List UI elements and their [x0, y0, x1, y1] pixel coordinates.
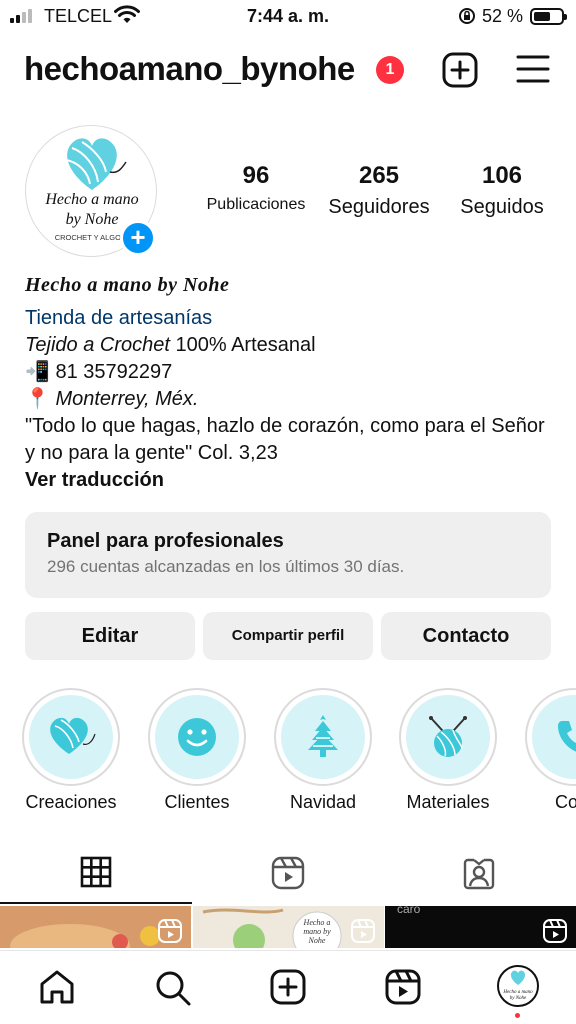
mini-logo-icon: Hecho a mano by Nohe — [502, 970, 533, 1001]
stat-following[interactable]: 106 Seguidos — [448, 162, 556, 219]
following-label: Seguidos — [460, 196, 544, 218]
bio-quote: "Todo lo que hagas, hazlo de corazón, co… — [25, 415, 545, 464]
smiley-icon — [178, 718, 216, 756]
highlight-creaciones[interactable]: Creaciones — [16, 688, 126, 813]
create-post-icon[interactable] — [442, 52, 478, 88]
dashboard-title: Panel para profesionales — [47, 530, 284, 552]
menu-icon[interactable] — [516, 54, 550, 84]
profile-header: hechoamano_bynohe 1 — [24, 48, 560, 92]
posts-grid: Hecho a mano by Nohe caro — [0, 906, 576, 948]
posts-count: 96 — [242, 162, 270, 189]
phone-icon — [558, 721, 576, 752]
highlight-label: Creaciones — [25, 792, 117, 812]
bio-line-location: 📍 Monterrey, Méx. — [25, 386, 555, 413]
share-profile-button[interactable]: Compartir perfil — [203, 612, 373, 660]
following-count: 106 — [481, 162, 523, 189]
grid-post-1[interactable] — [0, 906, 191, 948]
grid-tab-icon[interactable] — [80, 856, 112, 888]
search-icon[interactable] — [154, 969, 192, 1007]
see-translation-link[interactable]: Ver traducción — [25, 467, 555, 494]
highlight-label: Clientes — [164, 792, 230, 812]
followers-label: Seguidores — [328, 196, 430, 218]
highlight-navidad[interactable]: Navidad — [268, 688, 378, 813]
highlight-label: Cont — [554, 792, 576, 812]
grid-post-2[interactable]: Hecho a mano by Nohe — [193, 906, 384, 948]
notification-badge[interactable]: 1 — [376, 56, 404, 84]
phone-emoji-icon: 📲 — [25, 361, 50, 383]
highlight-label: Materiales — [406, 792, 490, 812]
active-tab-indicator — [0, 902, 192, 904]
bio-crochet-italic: Tejido a Crochet — [25, 334, 170, 356]
pin-emoji-icon: 📍 — [25, 388, 50, 410]
mini-logo-text: Hecho a mano — [502, 990, 533, 995]
bottom-navigation: Hecho a mano by Nohe — [0, 950, 576, 1024]
posts-label: Publicaciones — [206, 196, 306, 213]
battery-percent: 52 % — [482, 6, 524, 26]
post-3-caption: caro — [397, 906, 421, 916]
phone-number[interactable]: 81 35792297 — [50, 361, 172, 383]
home-icon[interactable] — [38, 969, 76, 1005]
avatar-text-line2: by Nohe — [66, 211, 119, 228]
post-2-caption: Hecho a mano by Nohe — [303, 918, 331, 945]
highlight-label: Navidad — [289, 792, 357, 812]
reels-tab-icon[interactable] — [271, 856, 305, 890]
highlight-clientes[interactable]: Clientes — [142, 688, 252, 813]
reels-icon[interactable] — [385, 969, 421, 1005]
avatar-text-line1: Hecho a mano — [44, 191, 138, 208]
stat-followers[interactable]: 265 Seguidores — [318, 162, 440, 219]
reel-indicator-icon — [158, 919, 182, 943]
battery-icon — [530, 8, 567, 25]
contact-button[interactable]: Contacto — [381, 612, 551, 660]
location-text: Monterrey, Méx. — [49, 388, 199, 410]
dashboard-subtitle: 296 cuentas alcanzadas en los últimos 30… — [47, 557, 405, 576]
christmas-tree-icon — [308, 715, 338, 757]
bio-line-phone: 📲 81 35792297 — [25, 359, 555, 386]
display-name: Hecho a mano by Nohe — [25, 274, 230, 296]
followers-count: 265 — [358, 162, 400, 189]
rotation-lock-icon — [459, 8, 475, 24]
add-story-button[interactable]: + — [120, 220, 156, 256]
yarn-ball-needles-icon — [429, 716, 467, 757]
bio-crochet-rest: 100% Artesanal — [169, 334, 316, 356]
activity-dot — [515, 1013, 520, 1018]
stat-posts[interactable]: 96 Publicaciones — [196, 162, 316, 214]
grid-post-3[interactable]: caro — [385, 906, 576, 948]
profile-bio: Hecho a mano by Nohe Tienda de artesanía… — [25, 272, 555, 494]
professional-dashboard[interactable]: Panel para profesionales 296 cuentas alc… — [25, 512, 551, 598]
reel-indicator-icon — [351, 919, 375, 943]
status-bar: TELCEL 7:44 a. m. 52 % — [0, 0, 576, 34]
username-title[interactable]: hechoamano_bynohe — [24, 50, 355, 88]
reel-indicator-icon — [543, 919, 567, 943]
yarn-heart-icon — [50, 717, 96, 754]
avatar-text-line3: CROCHET Y ALGO M — [55, 233, 130, 242]
profile-tab-avatar[interactable]: Hecho a mano by Nohe — [497, 965, 539, 1007]
edit-profile-button[interactable]: Editar — [25, 612, 195, 660]
highlight-contacto[interactable]: Cont — [519, 688, 576, 813]
mini-logo-text-2: by Nohe — [510, 996, 527, 1001]
create-icon[interactable] — [270, 969, 306, 1005]
category-label: Tienda de artesanías — [25, 307, 213, 329]
tagged-tab-icon[interactable] — [462, 856, 496, 890]
highlight-materiales[interactable]: Materiales — [393, 688, 503, 813]
bio-line-crochet: Tejido a Crochet 100% Artesanal — [25, 332, 555, 359]
battery-fill — [534, 12, 550, 21]
profile-tabs — [0, 846, 576, 904]
